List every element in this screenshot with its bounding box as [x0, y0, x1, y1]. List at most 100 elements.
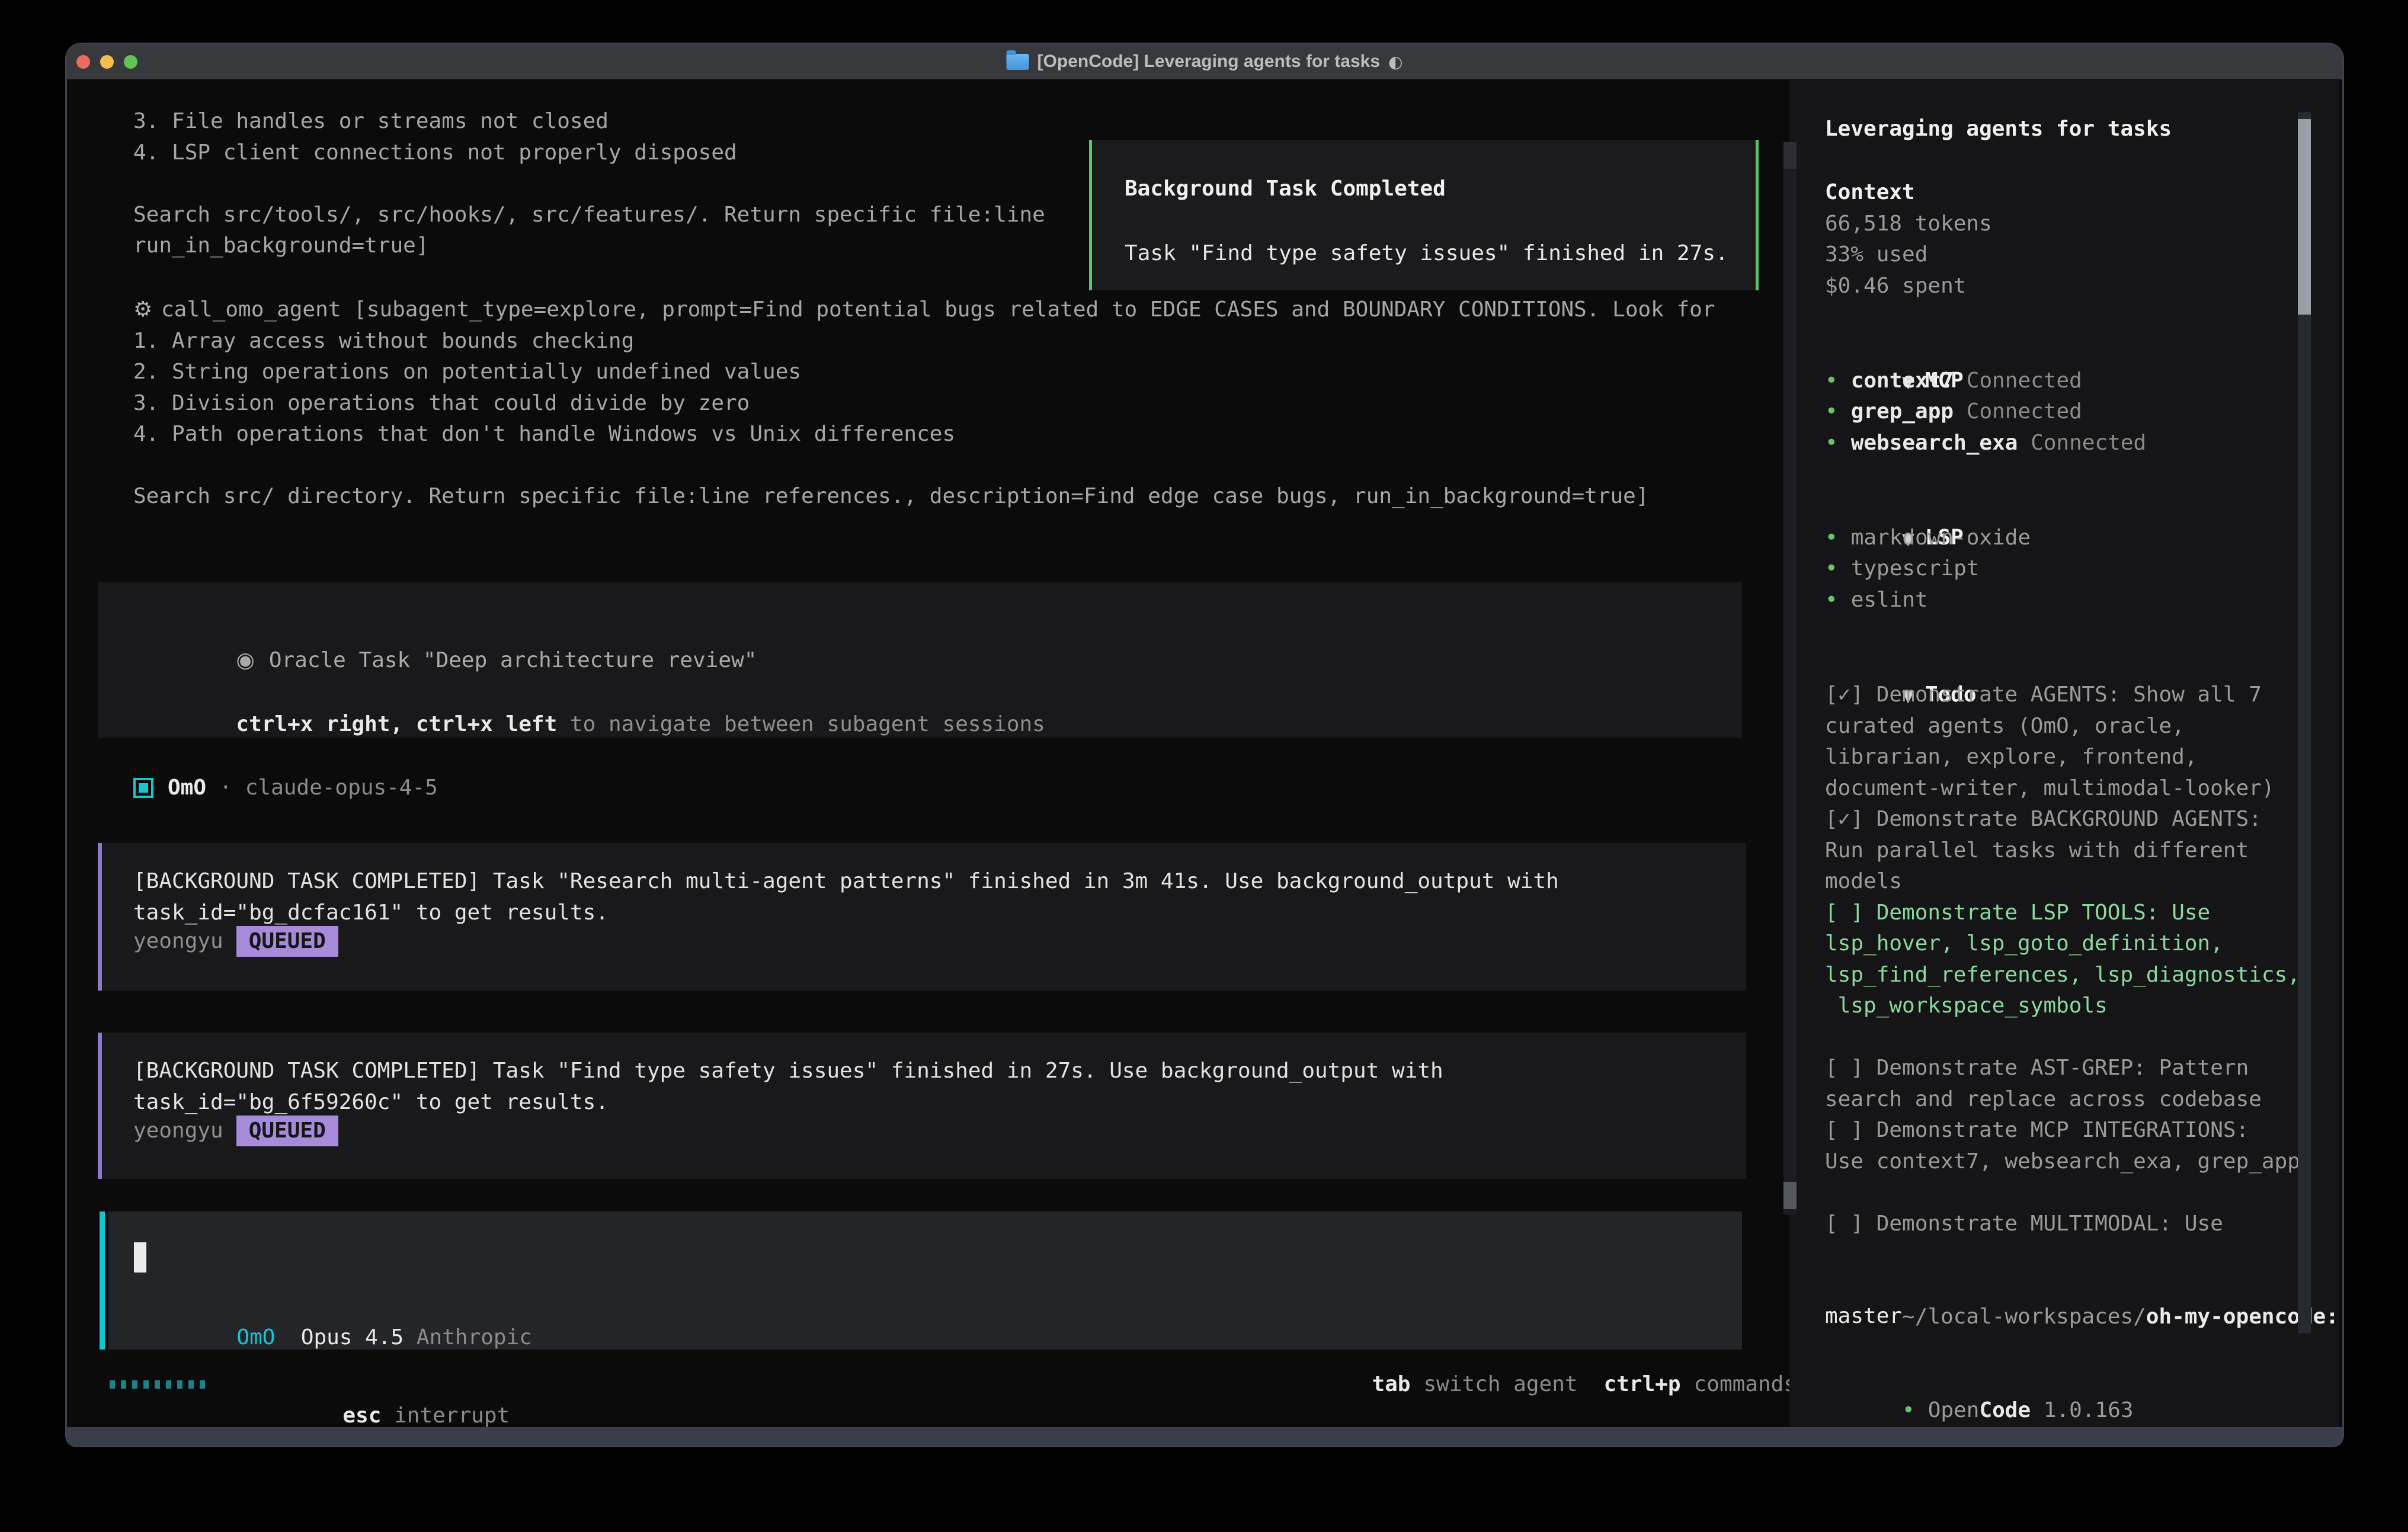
chat-scrollbar[interactable]	[1783, 142, 1797, 1214]
tool-call-line: 2. String operations on potentially unde…	[133, 357, 1715, 388]
todo-line: lsp_find_references, lsp_diagnostics,	[1825, 960, 2300, 991]
background-task-message: [BACKGROUND TASK COMPLETED] Task "Find t…	[98, 1033, 1746, 1179]
spinner-dot-icon	[166, 1380, 171, 1389]
window-bottom-frame	[67, 1427, 2342, 1446]
oracle-task-panel[interactable]: ◉Oracle Task "Deep architecture review" …	[98, 582, 1742, 738]
subagent-navigation-hint: ctrl+x right, ctrl+x left to navigate be…	[133, 678, 1045, 709]
lsp-name: typescript	[1851, 556, 1980, 581]
lsp-item: •typescript	[1825, 553, 1979, 585]
agent-name: OmO	[168, 773, 206, 804]
context-spent: $0.46 spent	[1825, 271, 1966, 302]
tool-call-line: 3. Division operations that could divide…	[133, 388, 1715, 419]
task-message-line: task_id="bg_dcfac161" to get results.	[133, 898, 1559, 929]
gear-icon: ⚙	[133, 294, 161, 326]
todo-line: search and replace across codebase	[1825, 1084, 2262, 1116]
prompt-input[interactable]: OmO Opus 4.5 Anthropic	[108, 1212, 1742, 1350]
mcp-item: • context7 Connected	[1825, 366, 2082, 397]
keybind-key: tab	[1372, 1369, 1410, 1400]
context-tokens: 66,518 tokens	[1825, 209, 1992, 240]
oracle-task-title: ◉Oracle Task "Deep architecture review"	[133, 614, 757, 645]
tool-call-line: Search src/ directory. Return specific f…	[133, 481, 1715, 512]
esc-key: esc	[342, 1403, 381, 1428]
mcp-item: •websearch_exa Connected	[1825, 428, 2146, 459]
spinner-dot-icon	[132, 1380, 137, 1389]
mcp-status: Connected	[1967, 368, 2082, 393]
app-window: [OpenCode] Leveraging agents for tasks ◐…	[67, 44, 2342, 1446]
minimize-window-button[interactable]	[100, 55, 114, 69]
spinner-dot-icon	[155, 1380, 160, 1389]
workspace-path-prefix: ~/local-workspaces/	[1902, 1305, 2146, 1329]
chat-pane: 3. File handles or streams not closed4. …	[98, 79, 1766, 1427]
mcp-name: websearch_exa	[1851, 431, 2018, 455]
agent-square-icon	[133, 778, 153, 798]
working-spinner	[110, 1369, 205, 1400]
todo-line: [ ] Demonstrate AST-GREP: Pattern	[1825, 1053, 2249, 1084]
hint-keys: ctrl+x right, ctrl+x left	[236, 712, 557, 736]
	[1954, 399, 1967, 424]
terminal-line	[133, 168, 1045, 200]
status-bar: esc interrupt tabswitch agent ctrl+p comma…	[98, 1369, 1797, 1400]
tool-call-block: ⚙ call_omo_agent [subagent_type=explore,…	[133, 294, 1715, 512]
todo-line: librarian, explore, frontend,	[1825, 742, 2198, 773]
context-used: 33% used	[1825, 239, 1927, 271]
agent-header: OmO · claude-opus-4-5	[133, 773, 438, 804]
input-accent-bar	[100, 1212, 105, 1350]
zoom-window-button[interactable]	[124, 55, 137, 69]
terminal-line: 3. File handles or streams not closed	[133, 106, 1045, 137]
status-badge: QUEUED	[236, 926, 338, 957]
keybind-key: ctrl+p	[1604, 1369, 1681, 1400]
bullet-dot-icon: •	[1825, 588, 1838, 612]
keybind-hint: tabswitch agent	[1372, 1369, 1577, 1400]
background-task-notification[interactable]: Background Task Completed Task "Find typ…	[1089, 140, 1759, 290]
mcp-section-header[interactable]: ▼MCP	[1825, 334, 1964, 366]
chat-scrollbar-thumb[interactable]	[1783, 1182, 1797, 1209]
window-title-text: [OpenCode] Leveraging agents for tasks	[1038, 52, 1380, 72]
todo-line: models	[1825, 866, 1902, 898]
input-provider: Anthropic	[417, 1325, 532, 1350]
workspace-branch: master	[1825, 1301, 1902, 1332]
close-window-button[interactable]	[76, 55, 90, 69]
lsp-name: markdown-oxide	[1851, 525, 2031, 550]
task-message-line: [BACKGROUND TASK COMPLETED] Task "Find t…	[133, 1056, 1443, 1087]
lsp-section-header[interactable]: ▼LSP	[1825, 491, 1964, 523]
separator-dot: ·	[219, 773, 232, 804]
sidebar-scrollbar-thumb[interactable]	[2298, 119, 2311, 315]
traffic-lights	[76, 44, 137, 79]
chat-scrollbar-topsegment	[1783, 142, 1797, 169]
status-dot-icon: •	[1902, 1398, 1915, 1422]
agent-model: claude-opus-4-5	[245, 773, 438, 804]
keybind-label: commands	[1694, 1369, 1797, 1400]
todo-line: [✓] Demonstrate AGENTS: Show all 7	[1825, 680, 2262, 711]
context-heading: Context	[1825, 177, 1915, 209]
input-agent-line: OmO Opus 4.5 Anthropic	[134, 1301, 532, 1332]
mcp-item: •grep_app Connected	[1825, 396, 2082, 428]
todo-section-header[interactable]: ▼Todo	[1825, 648, 1977, 680]
spinner-dot-icon	[110, 1380, 115, 1389]
todo-line: curated agents (OmO, oracle,	[1825, 711, 2185, 742]
lsp-name: eslint	[1851, 588, 1928, 612]
workspace-path: ~/local-workspaces/oh-my-opencode:	[1825, 1270, 2339, 1302]
todo-line: [ ] Demonstrate LSP TOOLS: Use	[1825, 898, 2210, 929]
input-agent-name: OmO	[236, 1325, 275, 1350]
todo-line: Use context7, websearch_exa, grep_app	[1825, 1146, 2300, 1178]
mcp-name: context7	[1851, 368, 1954, 393]
todo-line: [ ] Demonstrate MCP INTEGRATIONS:	[1825, 1115, 2249, 1146]
task-message-line: [BACKGROUND TASK COMPLETED] Task "Resear…	[133, 866, 1559, 898]
terminal-line: 4. LSP client connections not properly d…	[133, 137, 1045, 169]
sidebar-scrollbar[interactable]	[2298, 112, 2311, 1334]
terminal-line: run_in_background=true]	[133, 230, 1045, 262]
keybind-hint: ctrl+p commands	[1604, 1369, 1797, 1400]
spinner-dot-icon	[200, 1380, 205, 1389]
task-user: yeongyu	[133, 1116, 223, 1147]
bullet-dot-icon: •	[1825, 368, 1838, 393]
todo-line: Run parallel tasks with different	[1825, 835, 2249, 867]
folder-icon	[1007, 54, 1029, 70]
assistant-message: 3. File handles or streams not closed4. …	[133, 106, 1045, 262]
text-cursor	[134, 1242, 146, 1273]
interrupt-hint: esc interrupt	[240, 1369, 510, 1400]
bullet-dot-icon: •	[1825, 431, 1838, 455]
todo-line: lsp_hover, lsp_goto_definition,	[1825, 928, 2223, 960]
notification-body: Task "Find type safety issues" finished …	[1125, 238, 1728, 270]
todo-line: document-writer, multimodal-looker)	[1825, 773, 2275, 805]
window-titlebar[interactable]: [OpenCode] Leveraging agents for tasks ◐	[67, 44, 2342, 79]
